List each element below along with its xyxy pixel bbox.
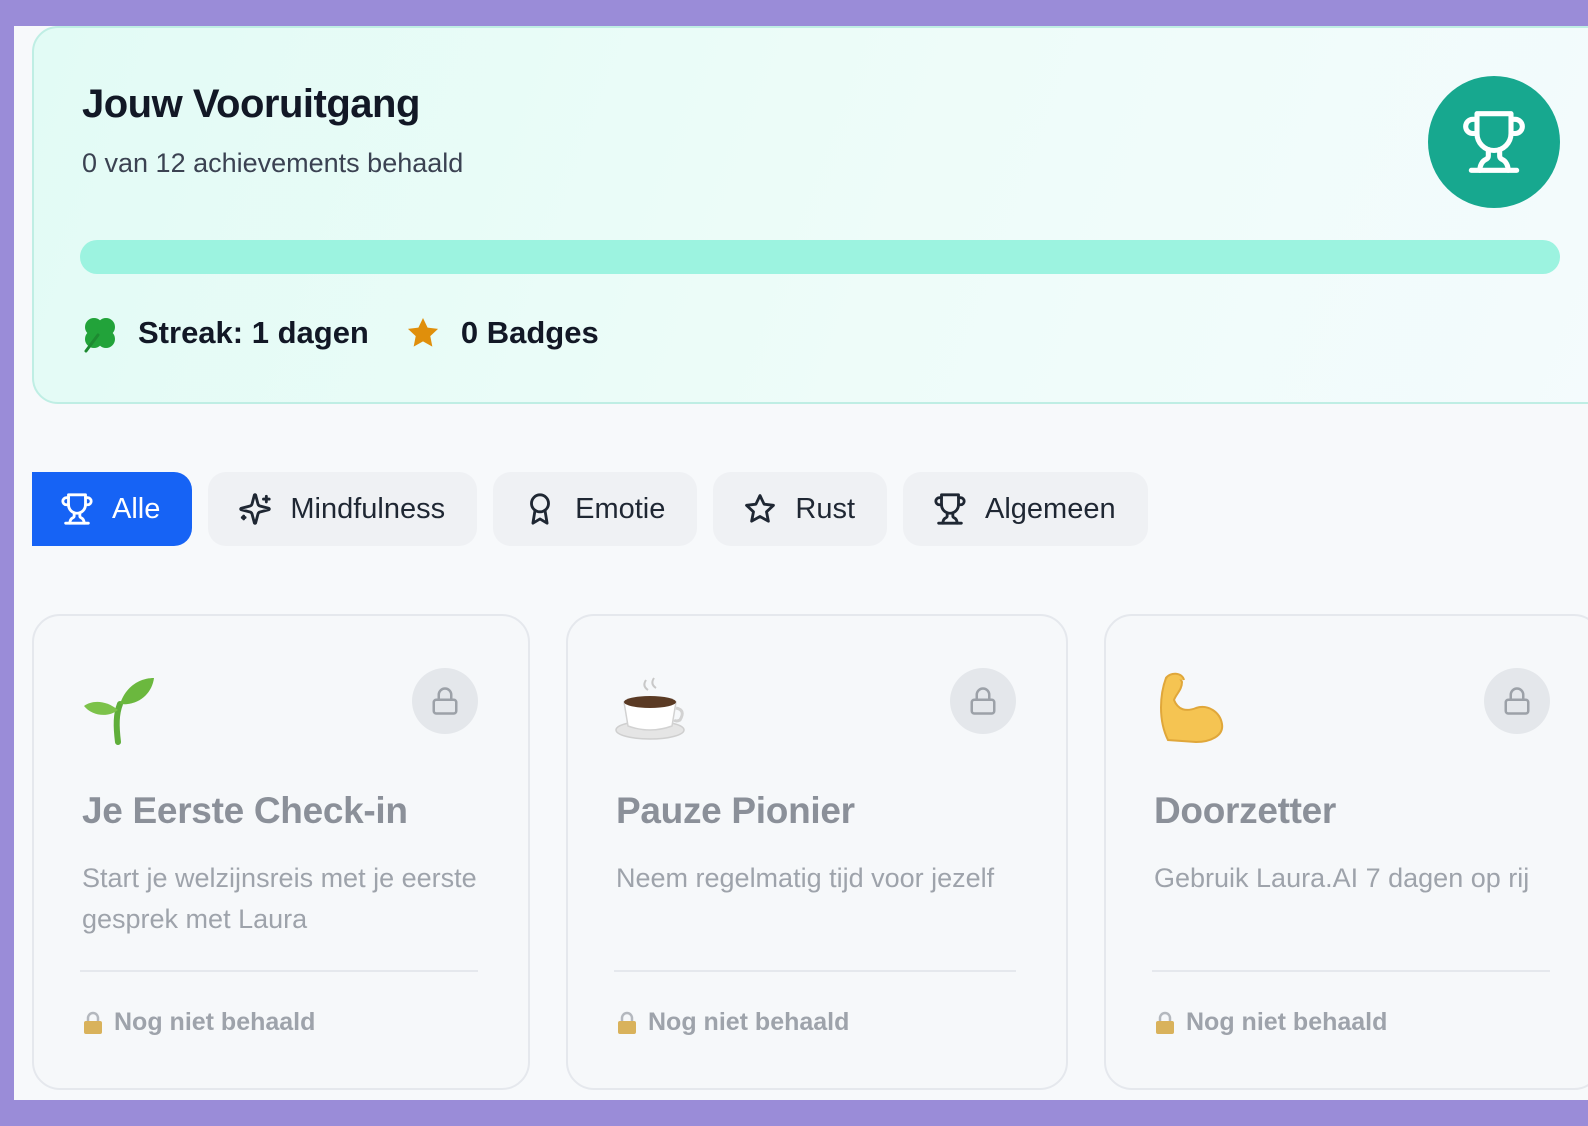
category-tabs: Alle Mindfulness Emotie Rust Algemeen (32, 472, 1148, 546)
achievement-card[interactable]: Pauze Pionier Neem regelmatig tijd voor … (566, 614, 1068, 1090)
lock-icon (1484, 668, 1550, 734)
tab-label: Alle (112, 492, 161, 525)
achievement-card[interactable]: Je Eerste Check-in Start je welzijnsreis… (32, 614, 530, 1090)
seedling-icon (84, 678, 154, 745)
achievement-status: Nog niet behaald (616, 1008, 849, 1037)
divider (614, 970, 1016, 972)
divider (80, 970, 478, 972)
tab-rust[interactable]: Rust (713, 472, 888, 546)
trophy-icon (1428, 76, 1560, 208)
tab-mindfulness[interactable]: Mindfulness (208, 472, 478, 546)
coffee-cup-icon (615, 677, 685, 740)
award-icon (530, 493, 551, 525)
tab-label: Rust (795, 492, 856, 525)
tab-alle[interactable]: Alle (32, 472, 193, 546)
divider (1152, 970, 1550, 972)
star-icon (403, 313, 443, 353)
status-text: Nog niet behaald (648, 1008, 850, 1036)
progress-bar (80, 240, 1560, 274)
tab-label: Emotie (575, 492, 666, 525)
app-frame: Jouw Vooruitgang 0 van 12 achievements b… (14, 26, 1588, 1100)
achievement-title: Doorzetter (1154, 790, 1337, 831)
lock-icon (412, 668, 478, 734)
trophy-icon (934, 493, 966, 525)
achievement-status: Nog niet behaald (82, 1008, 315, 1037)
tab-label: Algemeen (985, 492, 1116, 525)
streak-label: Streak: 1 dagen (138, 315, 369, 350)
padlock-icon (1156, 1011, 1174, 1034)
star-icon (745, 494, 776, 523)
progress-card: Jouw Vooruitgang 0 van 12 achievements b… (32, 26, 1588, 404)
achievement-description: Gebruik Laura.AI 7 dagen op rij (1154, 863, 1530, 893)
lock-icon (950, 668, 1016, 734)
tab-label: Mindfulness (290, 492, 446, 525)
stats-row: Streak: 1 dagen 0 Badges (80, 308, 599, 358)
flexed-biceps-icon (1160, 672, 1224, 744)
achievement-title: Pauze Pionier (616, 790, 855, 831)
padlock-icon (618, 1011, 636, 1034)
sparkles-icon (239, 493, 272, 525)
badges-label: 0 Badges (460, 315, 599, 350)
achievement-description: Neem regelmatig tijd voor jezelf (616, 863, 995, 893)
achievement-status: Nog niet behaald (1154, 1008, 1387, 1037)
padlock-icon (84, 1011, 102, 1034)
achievement-title: Je Eerste Check-in (82, 790, 408, 831)
tab-emotie[interactable]: Emotie (493, 472, 698, 546)
achievement-card[interactable]: Doorzetter Gebruik Laura.AI 7 dagen op r… (1104, 614, 1588, 1090)
clover-icon (80, 313, 120, 353)
progress-title: Jouw Vooruitgang (82, 82, 420, 126)
achievement-description: Start je welzijnsreis met je eerste gesp… (82, 863, 477, 934)
status-text: Nog niet behaald (114, 1008, 316, 1036)
trophy-icon (61, 493, 93, 525)
status-text: Nog niet behaald (1186, 1008, 1388, 1036)
tab-algemeen[interactable]: Algemeen (903, 472, 1148, 546)
progress-subtitle: 0 van 12 achievements behaald (82, 148, 464, 178)
